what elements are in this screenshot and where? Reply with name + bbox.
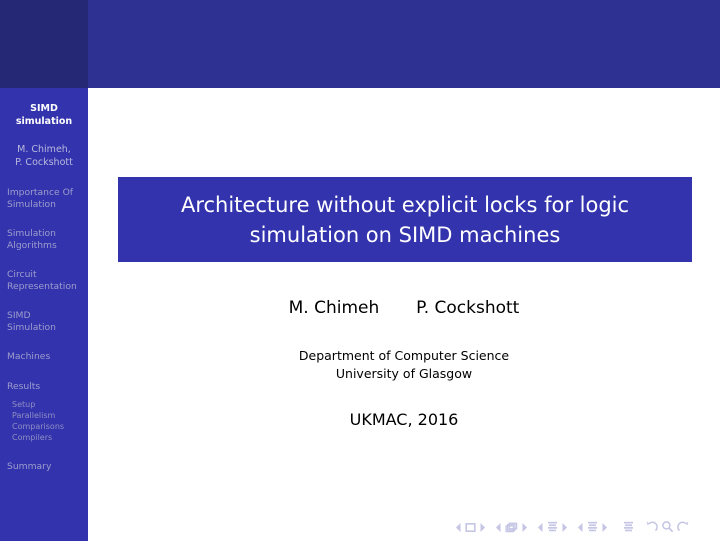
subsection-navigation-group bbox=[537, 521, 568, 533]
sidebar-item-label: Importance Of bbox=[7, 187, 74, 198]
sidebar-item-simulation-algorithms[interactable]: Simulation Algorithms bbox=[0, 228, 88, 251]
slide-navigation-group bbox=[455, 522, 486, 533]
next-subsection-icon[interactable] bbox=[561, 522, 568, 533]
sidebar-subitem-setup[interactable]: Setup bbox=[0, 399, 88, 410]
sidebar-title-line-1: SIMD bbox=[30, 103, 58, 114]
sidebar-item-simd-simulation[interactable]: SIMD Simulation bbox=[0, 310, 88, 333]
sidebar-item-label-cont: Representation bbox=[7, 280, 77, 292]
previous-section-icon[interactable] bbox=[577, 522, 584, 533]
sidebar-item-label: Circuit bbox=[7, 269, 37, 280]
author-name-1: M. Chimeh bbox=[288, 298, 380, 318]
sidebar-subitem-compilers[interactable]: Compilers bbox=[0, 432, 88, 443]
sidebar-item-label-cont: Simulation bbox=[7, 198, 56, 210]
affiliation: Department of Computer Science Universit… bbox=[88, 347, 720, 382]
sidebar-item-label: Summary bbox=[7, 461, 52, 472]
next-frame-icon[interactable] bbox=[521, 522, 528, 533]
search-icon[interactable] bbox=[661, 518, 674, 537]
sidebar-item-label: Machines bbox=[7, 351, 51, 362]
previous-frame-icon[interactable] bbox=[495, 522, 502, 533]
header-band-sidebar-corner bbox=[0, 0, 88, 88]
sidebar: SIMD simulation M. Chimeh, P. Cockshott … bbox=[0, 88, 88, 541]
sidebar-item-machines[interactable]: Machines bbox=[0, 351, 88, 363]
affiliation-department: Department of Computer Science bbox=[298, 348, 510, 363]
sidebar-item-label: Results bbox=[7, 380, 41, 392]
previous-subsection-icon[interactable] bbox=[537, 522, 544, 533]
history-navigation-group bbox=[645, 518, 690, 537]
slide-icon[interactable] bbox=[465, 522, 476, 533]
sidebar-item-label: Simulation bbox=[7, 228, 56, 239]
sidebar-subitem-comparisons[interactable]: Comparisons bbox=[0, 421, 88, 432]
sidebar-author-line-1: M. Chimeh, bbox=[17, 144, 71, 155]
title-banner: Architecture without explicit locks for … bbox=[118, 177, 692, 262]
sidebar-item-importance-of-simulation[interactable]: Importance Of Simulation bbox=[0, 187, 88, 210]
sidebar-title-line-2: simulation bbox=[15, 116, 73, 127]
frame-navigation-group bbox=[495, 522, 528, 533]
sidebar-authors: M. Chimeh, P. Cockshott bbox=[0, 143, 88, 169]
back-icon[interactable] bbox=[645, 518, 658, 537]
forward-icon[interactable] bbox=[677, 518, 690, 537]
author-name-2: P. Cockshott bbox=[416, 298, 520, 318]
subsection-icon[interactable] bbox=[547, 521, 558, 533]
next-section-icon[interactable] bbox=[601, 522, 608, 533]
sidebar-author-line-2: P. Cockshott bbox=[15, 157, 73, 168]
author-list: M. Chimeh P. Cockshott bbox=[88, 298, 720, 318]
section-icon[interactable] bbox=[587, 521, 598, 533]
slide-body: Architecture without explicit locks for … bbox=[88, 88, 720, 541]
next-slide-icon[interactable] bbox=[479, 522, 486, 533]
sidebar-presentation-title: SIMD simulation bbox=[0, 102, 88, 128]
frame-icon[interactable] bbox=[505, 522, 518, 533]
sidebar-item-summary[interactable]: Summary bbox=[0, 461, 88, 473]
sidebar-item-results[interactable]: Results bbox=[0, 381, 88, 393]
header-band bbox=[0, 0, 720, 88]
sidebar-item-label-cont: Simulation bbox=[7, 321, 56, 333]
beamer-navigation-bar bbox=[455, 516, 710, 538]
venue-and-date: UKMAC, 2016 bbox=[349, 410, 459, 429]
previous-slide-icon[interactable] bbox=[455, 522, 462, 533]
sidebar-item-circuit-representation[interactable]: Circuit Representation bbox=[0, 269, 88, 292]
slide-title-line-1: Architecture without explicit locks for … bbox=[180, 192, 630, 217]
sidebar-subitem-parallelism[interactable]: Parallelism bbox=[0, 410, 88, 421]
section-navigation-group bbox=[577, 521, 608, 533]
slide-title: Architecture without explicit locks for … bbox=[167, 190, 643, 250]
document-icon[interactable] bbox=[623, 521, 634, 533]
sidebar-item-label-cont: Algorithms bbox=[7, 239, 57, 251]
affiliation-university: University of Glasgow bbox=[335, 365, 473, 381]
sidebar-item-label: SIMD bbox=[7, 310, 31, 321]
slide-title-line-2: simulation on SIMD machines bbox=[249, 222, 561, 247]
